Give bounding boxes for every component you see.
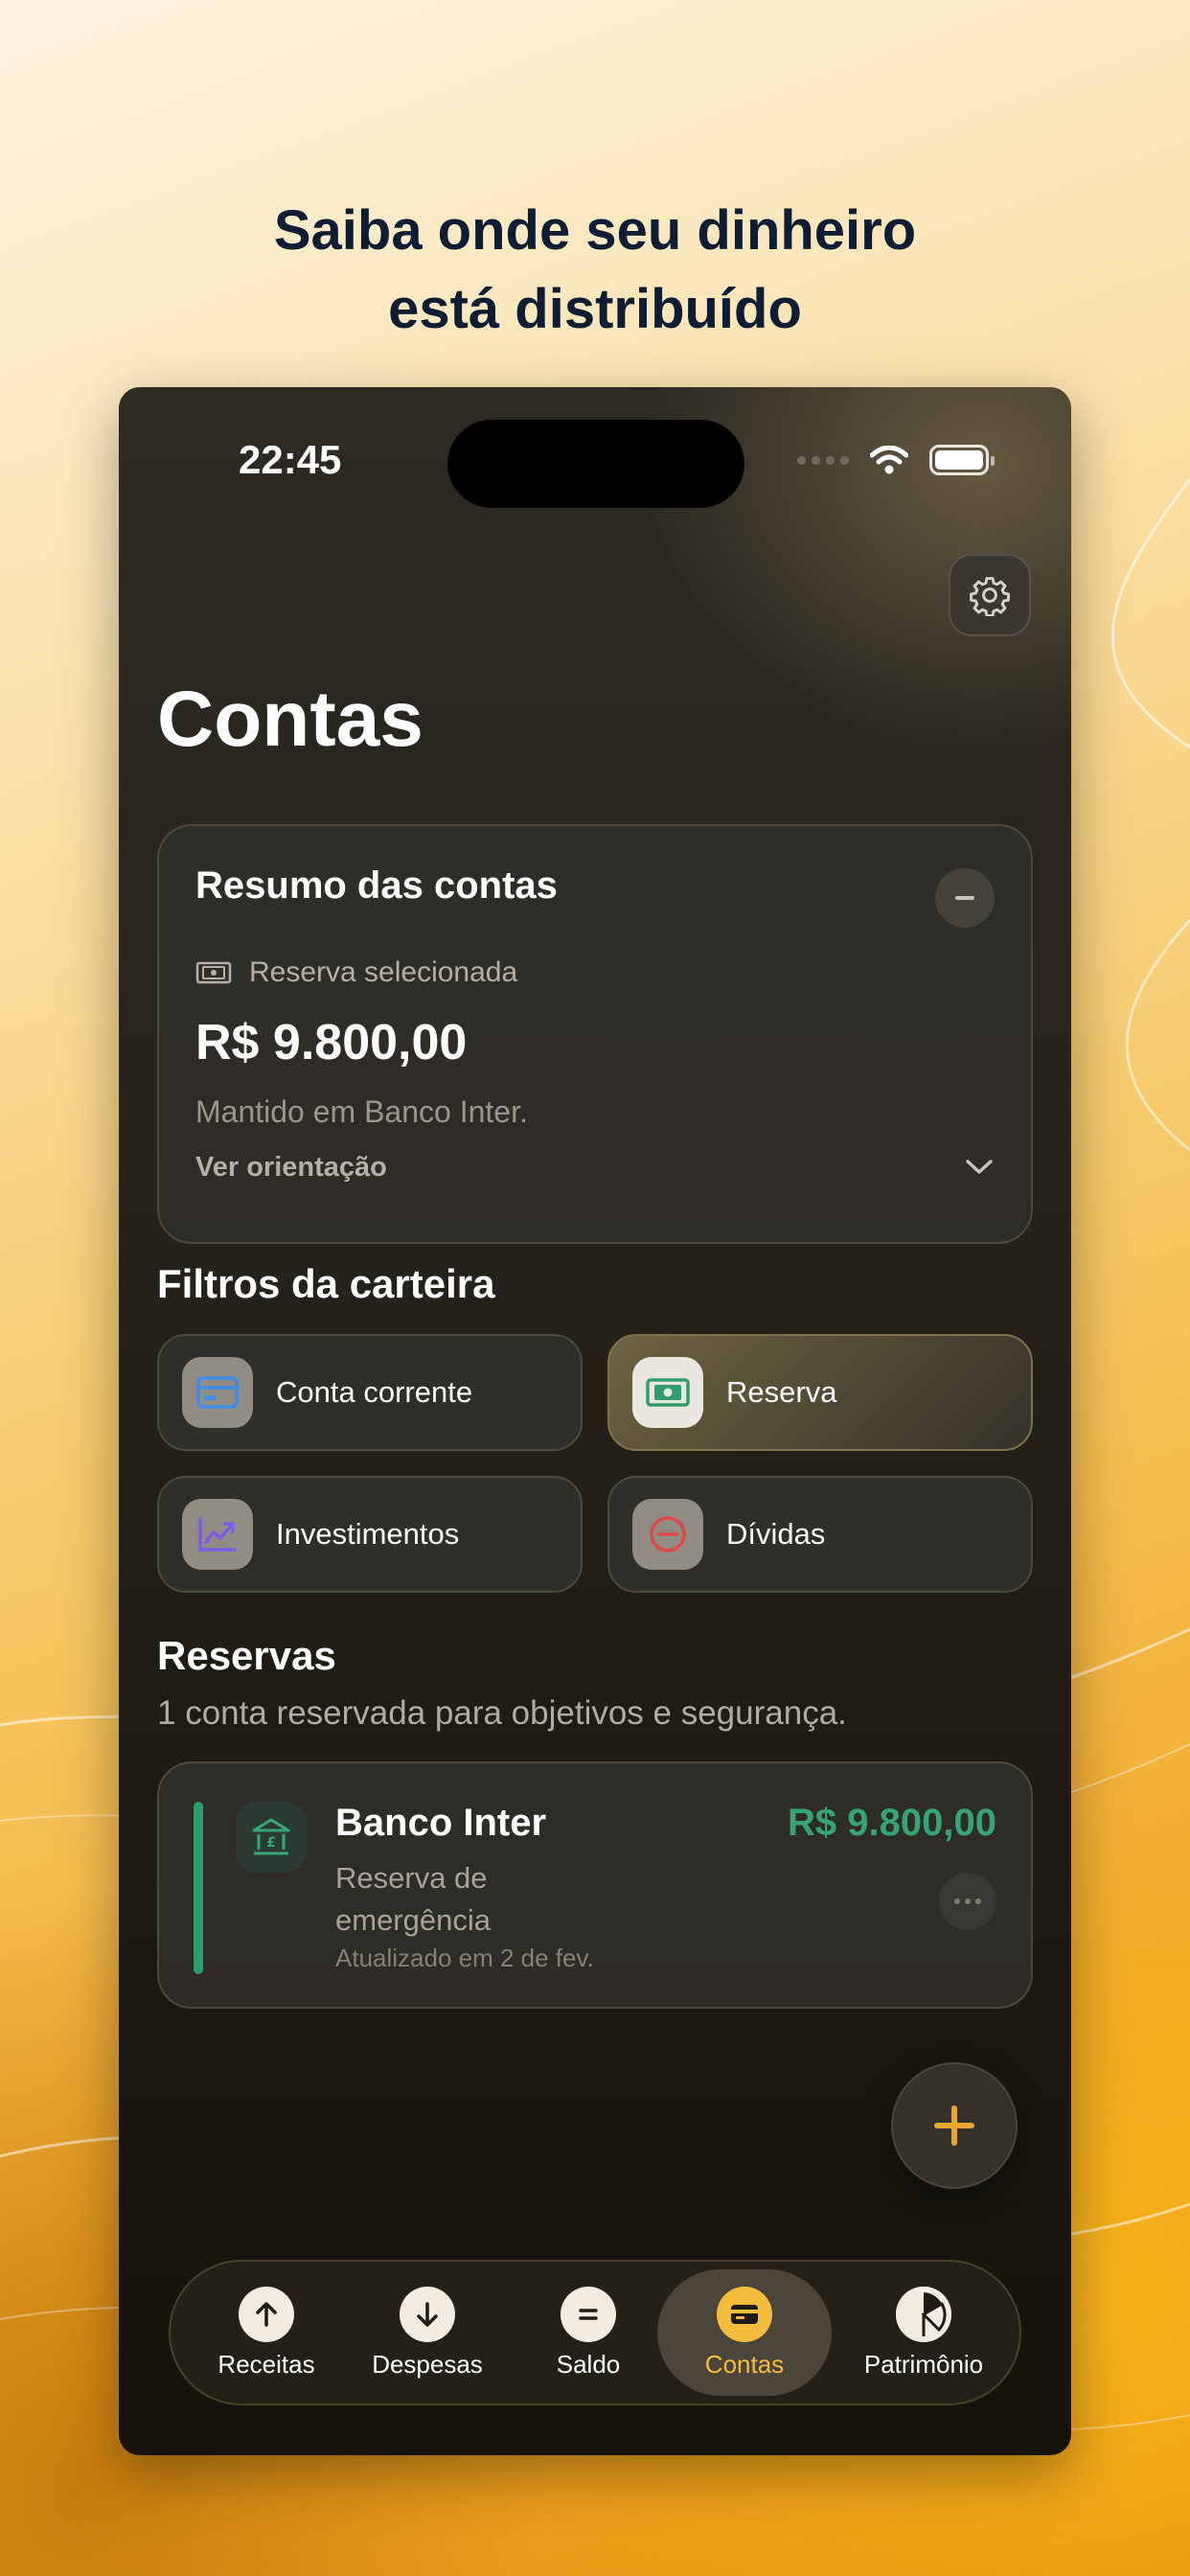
bank-icon: £ <box>252 1818 290 1855</box>
tab-contas[interactable]: Contas <box>657 2269 832 2396</box>
collapse-button[interactable] <box>935 868 995 928</box>
tab-bar: Receitas Despesas Saldo Contas Patrimôni… <box>169 2260 1021 2405</box>
tab-despesas[interactable]: Despesas <box>351 2262 504 2404</box>
account-card[interactable]: £ Banco Inter Reserva de emergência Atua… <box>157 1761 1033 2009</box>
account-type: Reserva de emergência <box>335 1861 491 1937</box>
banknote-icon <box>646 1378 690 1407</box>
phone-screen: 22:45 Contas Resumo das contas Reserva s… <box>119 387 1071 2455</box>
svg-text:£: £ <box>266 1835 276 1851</box>
signal-icon <box>797 455 849 465</box>
tab-label: Saldo <box>556 2349 621 2379</box>
reserves-title: Reservas <box>157 1633 336 1678</box>
chart-up-icon <box>198 1517 237 1552</box>
add-account-button[interactable] <box>891 2062 1018 2189</box>
credit-card-icon <box>196 1376 239 1409</box>
summary-selection: Reserva selecionada <box>195 956 517 989</box>
filter-reserva[interactable]: Reserva <box>607 1334 1033 1451</box>
account-color-bar <box>194 1802 203 1974</box>
marketing-headline: Saiba onde seu dinheiro está distribuído <box>0 192 1190 349</box>
headline-line-2: está distribuído <box>388 278 802 340</box>
tab-label: Receitas <box>217 2349 315 2379</box>
headline-line-1: Saiba onde seu dinheiro <box>273 199 917 262</box>
arrow-down-icon <box>417 2301 438 2327</box>
wallet-icon <box>731 2304 758 2324</box>
accounts-summary-card: Resumo das contas Reserva selecionada R$… <box>157 824 1033 1244</box>
filters-title: Filtros da carteira <box>157 1261 495 1306</box>
banknote-icon <box>195 961 232 984</box>
settings-button[interactable] <box>949 554 1031 636</box>
filter-investimentos[interactable]: Investimentos <box>157 1476 583 1593</box>
summary-note: Mantido em Banco Inter. <box>195 1094 528 1129</box>
account-amount: R$ 9.800,00 <box>788 1802 996 1844</box>
status-icons <box>797 445 995 475</box>
more-options-button[interactable] <box>939 1873 996 1930</box>
gear-icon <box>970 577 1010 616</box>
tab-saldo[interactable]: Saldo <box>512 2262 665 2404</box>
filter-label: Reserva <box>726 1375 837 1409</box>
account-name: Banco Inter <box>335 1802 547 1844</box>
filter-label: Conta corrente <box>276 1375 473 1409</box>
chevron-down-icon[interactable] <box>964 1158 995 1177</box>
status-time: 22:45 <box>239 437 342 482</box>
guidance-link[interactable]: Ver orientação <box>195 1152 387 1184</box>
minus-icon <box>955 896 974 900</box>
tab-label: Contas <box>704 2349 785 2379</box>
tab-label: Patrimônio <box>863 2349 984 2379</box>
filter-label: Investimentos <box>276 1517 460 1551</box>
equals-icon <box>579 2308 598 2320</box>
pie-chart-icon <box>896 2286 951 2342</box>
filter-dividas[interactable]: Dívidas <box>607 1476 1033 1593</box>
plus-icon <box>934 2105 974 2146</box>
filter-label: Dívidas <box>726 1517 826 1551</box>
summary-title: Resumo das contas <box>195 864 558 907</box>
filter-conta-corrente[interactable]: Conta corrente <box>157 1334 583 1451</box>
battery-icon <box>929 445 995 475</box>
dynamic-island <box>447 420 744 508</box>
wifi-icon <box>870 446 908 474</box>
account-updated: Atualizado em 2 de fev. <box>335 1944 594 1972</box>
summary-amount: R$ 9.800,00 <box>195 1015 468 1070</box>
tab-patrimonio[interactable]: Patrimônio <box>841 2262 1006 2404</box>
tab-label: Despesas <box>372 2349 483 2379</box>
reserves-subtitle: 1 conta reservada para objetivos e segur… <box>157 1694 847 1732</box>
tab-receitas[interactable]: Receitas <box>190 2262 343 2404</box>
summary-selection-label: Reserva selecionada <box>249 956 518 988</box>
arrow-up-icon <box>256 2301 277 2327</box>
page-title: Contas <box>157 676 423 763</box>
minus-circle-icon <box>650 1516 686 1552</box>
